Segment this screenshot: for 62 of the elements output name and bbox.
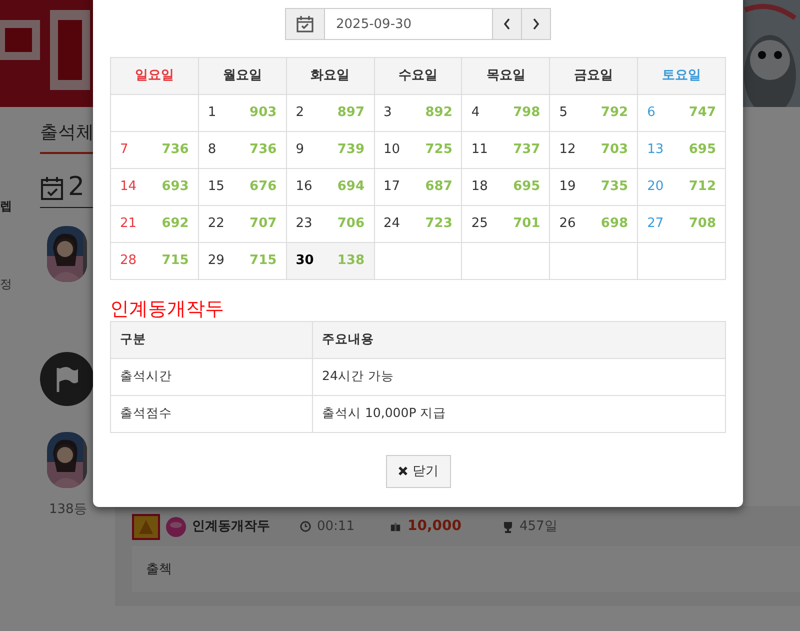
table-cell: 출석시간 [110,358,312,396]
close-icon [398,466,408,476]
weekday-header: 수요일 [374,58,462,94]
weekday-header: 일요일 [110,58,198,94]
chevron-left-icon [503,18,511,30]
calendar-day[interactable]: 17 687 [374,168,462,206]
calendar-day[interactable]: 26 698 [550,206,638,242]
table-cell: 24시간 가능 [312,358,726,396]
calendar-day[interactable]: 8 736 [198,132,286,168]
calendar-day[interactable]: 7 736 [110,132,198,168]
level-icon [132,514,160,540]
next-button[interactable] [522,8,551,40]
calendar-day[interactable]: 25 701 [462,206,550,242]
sidebar-text: 정 [0,276,13,293]
close-button[interactable]: 닫기 [386,454,450,488]
calendar-day[interactable]: 3 892 [374,94,462,132]
calendar-day[interactable]: 2 897 [286,94,374,132]
column-header: 주요내용 [312,321,726,358]
clock-icon [300,521,311,532]
sidebar-text: 렙 [0,198,13,215]
calendar-icon [40,174,64,200]
calendar-day[interactable]: 18 695 [462,168,550,206]
calendar-day[interactable]: 30 138 [286,242,374,280]
calendar-day[interactable]: 24 723 [374,206,462,242]
calendar-day[interactable]: 21 692 [110,206,198,242]
calendar-day[interactable]: 4 798 [462,94,550,132]
calendar-day[interactable]: 19 735 [550,168,638,206]
calendar-day[interactable]: 1 903 [198,94,286,132]
chevron-right-icon [532,18,540,30]
table-cell: 출석점수 [110,395,312,432]
calendar-day[interactable]: 14 693 [110,168,198,206]
weekday-header: 토요일 [638,58,726,94]
calendar-day[interactable]: 22 707 [198,206,286,242]
weekday-header: 목요일 [462,58,550,94]
calendar-icon[interactable] [285,8,325,40]
column-header: 구분 [110,321,312,358]
calendar-day[interactable]: 29 715 [198,242,286,280]
date-field[interactable]: 2025-09-30 [325,8,493,40]
ball-icon [166,516,186,536]
gift-icon [390,521,402,532]
info-title: 인계동개작두 [110,298,225,321]
weekday-header: 화요일 [286,58,374,94]
points-text: 10,000 [407,517,462,536]
time-text: 00:11 [317,518,354,536]
weekday-header: 금요일 [550,58,638,94]
comment-text: 출첵 [146,562,172,576]
calendar-day[interactable]: 10 725 [374,132,462,168]
previous-button[interactable] [493,8,522,40]
table-cell: 출석시 10,000P 지급 [312,395,726,432]
calendar-day[interactable]: 28 715 [110,242,198,280]
user-name: 인계동개작두 [192,518,270,536]
rank-text: 138등 [49,501,87,519]
weekday-header: 월요일 [198,58,286,94]
calendar-day[interactable]: 9 739 [286,132,374,168]
calendar-day[interactable]: 5 792 [550,94,638,132]
trophy-icon [502,520,514,532]
calendar-day[interactable]: 16 694 [286,168,374,206]
days-text: 457일 [520,518,558,536]
calendar-day[interactable]: 12 703 [550,132,638,168]
calendar-day[interactable]: 11 737 [462,132,550,168]
date-heading: 2 [68,171,85,204]
calendar-day[interactable]: 15 676 [198,168,286,206]
